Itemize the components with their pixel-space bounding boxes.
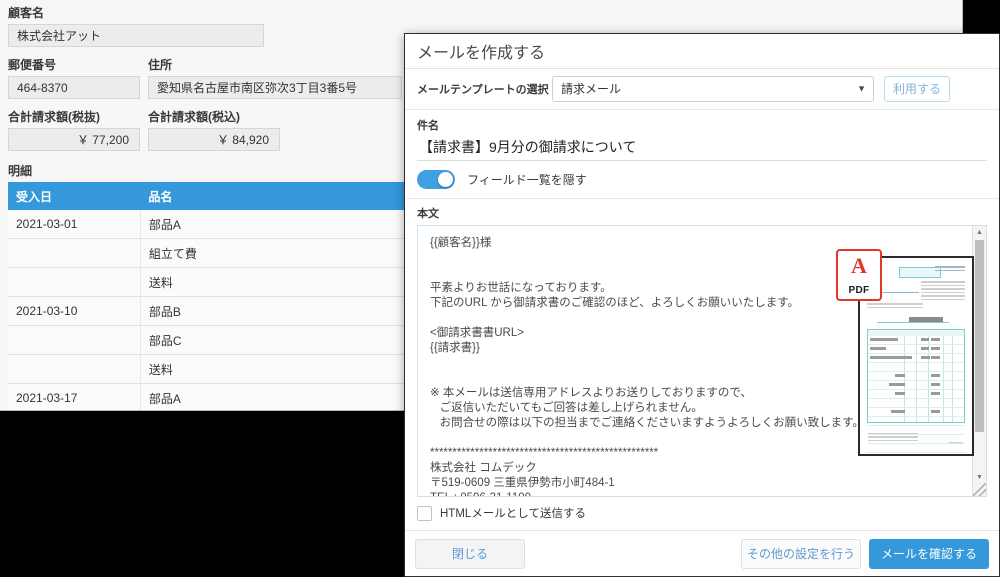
- cell-date: 2021-03-10: [8, 296, 141, 326]
- cell-date: 2021-03-01: [8, 210, 141, 239]
- subject-section: 件名: [405, 110, 999, 161]
- detail-section-title: 明細: [8, 164, 33, 178]
- html-mail-label: HTMLメールとして送信する: [440, 508, 586, 520]
- mail-template-row: メールテンプレートの選択 請求メール ▼ 利用する: [405, 69, 999, 110]
- cell-date: [8, 267, 141, 297]
- column-header-date[interactable]: 受入日: [8, 182, 141, 210]
- cell-item: 部品C: [140, 325, 421, 355]
- body-editor-area[interactable]: {{顧客名}}様 平素よりお世話になっております。 下記のURL から御請求書の…: [417, 225, 987, 497]
- other-settings-button[interactable]: その他の設定を行う: [741, 538, 861, 569]
- address-label: 住所: [148, 58, 173, 72]
- total-including-tax-group: 合計請求額(税込) ￥ 84,920: [148, 110, 280, 151]
- pdf-icon-label: PDF: [848, 285, 870, 296]
- address-value[interactable]: 愛知県名古屋市南区弥次3丁目3番5号: [148, 76, 402, 99]
- cell-item: 部品B: [140, 296, 421, 326]
- close-button[interactable]: 閉じる: [415, 538, 525, 569]
- hide-fields-toggle[interactable]: [417, 170, 455, 189]
- hide-fields-toggle-label: フィールド一覧を隠す: [467, 173, 587, 187]
- mail-template-select-wrap: 請求メール ▼: [552, 76, 874, 102]
- total-excluding-tax-value[interactable]: ￥ 77,200: [8, 128, 140, 151]
- cell-item: 送料: [140, 267, 421, 297]
- cell-item: 送料: [140, 354, 421, 384]
- cell-date: [8, 354, 141, 384]
- invoice-note-lines: [867, 303, 923, 310]
- modal-footer: 閉じる その他の設定を行う メールを確認する: [405, 531, 999, 576]
- customer-name-value[interactable]: 株式会社アット: [8, 24, 264, 47]
- invoice-page-number: [949, 441, 963, 446]
- mail-template-select[interactable]: 請求メール: [552, 76, 874, 102]
- subject-input[interactable]: [417, 137, 987, 161]
- toggle-knob: [438, 172, 453, 187]
- cell-date: [8, 325, 141, 355]
- cell-date: [8, 238, 141, 268]
- invoice-footer-lines: [868, 432, 918, 444]
- invoice-table-body: [867, 336, 965, 453]
- use-template-button[interactable]: 利用する: [884, 76, 950, 102]
- total-excluding-tax-label: 合計請求額(税抜): [8, 110, 100, 124]
- total-excluding-tax-group: 合計請求額(税抜) ￥ 77,200: [8, 110, 140, 151]
- modal-header: メールを作成する: [405, 34, 999, 69]
- mail-template-label: メールテンプレートの選択: [417, 84, 549, 96]
- postal-code-label: 郵便番号: [8, 58, 57, 72]
- body-section: 本文 {{顧客名}}様 平素よりお世話になっております。 下記のURL から御請…: [405, 199, 999, 497]
- pdf-acrobat-glyph: A: [851, 253, 867, 278]
- resize-grip[interactable]: [973, 483, 986, 496]
- postal-code-value[interactable]: 464-8370: [8, 76, 140, 99]
- subject-label: 件名: [417, 120, 439, 132]
- pdf-icon[interactable]: A PDF: [836, 249, 882, 301]
- body-label: 本文: [417, 208, 439, 220]
- customer-name-group: 顧客名 株式会社アット: [8, 6, 264, 47]
- address-group: 住所 愛知県名古屋市南区弥次3丁目3番5号: [148, 58, 402, 99]
- body-scrollbar[interactable]: ▲ ▼: [972, 226, 986, 496]
- scroll-up-arrow-icon[interactable]: ▲: [973, 226, 986, 239]
- modal-title: メールを作成する: [417, 45, 546, 62]
- cell-date: 2021-03-17: [8, 383, 141, 410]
- postal-code-group: 郵便番号 464-8370: [8, 58, 140, 99]
- scrollbar-thumb[interactable]: [975, 240, 984, 432]
- column-header-item[interactable]: 品名: [140, 182, 420, 210]
- create-mail-modal: メールを作成する メールテンプレートの選択 請求メール ▼ 利用する 件名 フィ…: [404, 33, 1000, 577]
- cell-item: 組立て費: [140, 238, 421, 268]
- total-including-tax-value[interactable]: ￥ 84,920: [148, 128, 280, 151]
- html-mail-checkbox[interactable]: [417, 505, 432, 521]
- invoice-meta-lines: [935, 266, 965, 273]
- invoice-total-row: [877, 317, 949, 323]
- customer-name-label: 顧客名: [8, 6, 45, 20]
- invoice-issuer-lines: [921, 281, 965, 302]
- total-including-tax-label: 合計請求額(税込): [148, 110, 240, 124]
- html-mail-row: HTMLメールとして送信する: [405, 497, 999, 531]
- cell-item: 部品A: [140, 383, 421, 410]
- confirm-mail-button[interactable]: メールを確認する: [869, 538, 989, 569]
- hide-fields-toggle-row: フィールド一覧を隠す: [405, 161, 999, 199]
- cell-item: 部品A: [140, 210, 421, 239]
